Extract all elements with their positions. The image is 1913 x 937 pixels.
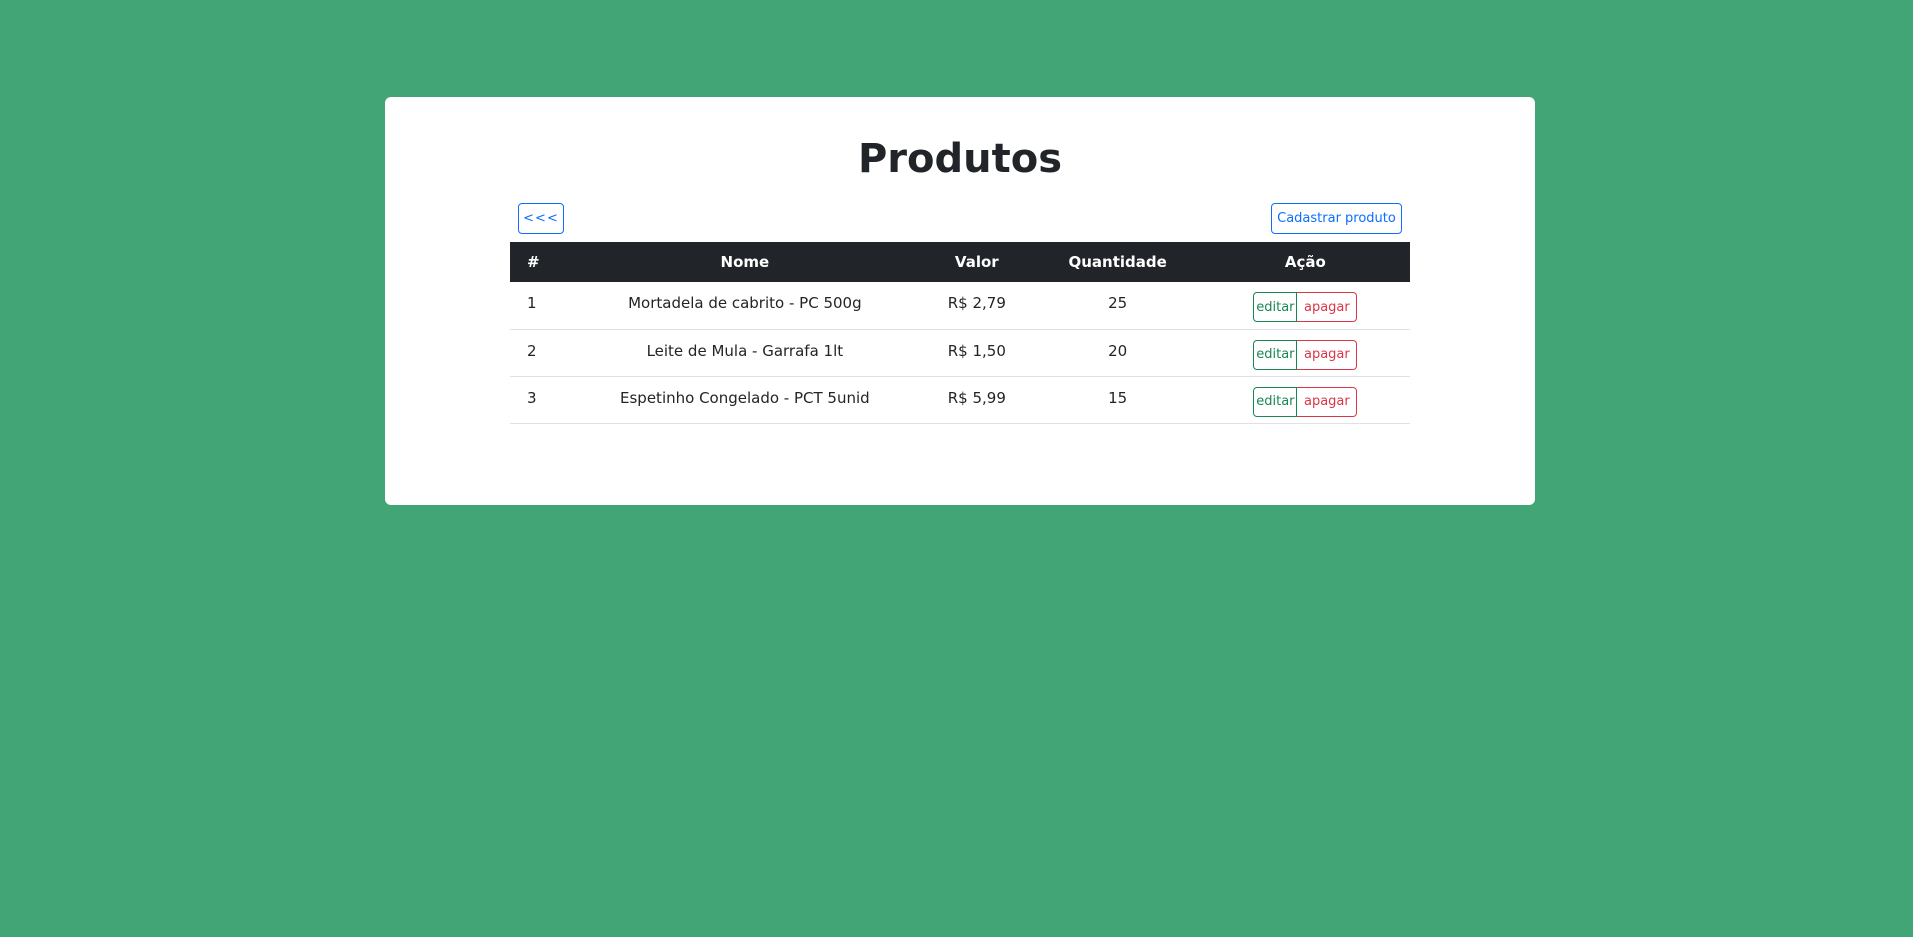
cell-price: R$ 5,99 — [919, 376, 1035, 424]
products-card: Produtos <<< Cadastrar produto # Nome Va… — [385, 97, 1535, 505]
add-product-button[interactable]: Cadastrar produto — [1271, 203, 1402, 234]
action-button-group: editar apagar — [1253, 386, 1358, 417]
cell-quantity: 15 — [1034, 376, 1201, 424]
header-action: Ação — [1284, 253, 1326, 271]
table-body: 1 Mortadela de cabrito - PC 500g R$ 2,79… — [510, 282, 1410, 424]
header-quantity: Quantidade — [1068, 253, 1167, 271]
header-price: Valor — [954, 253, 999, 271]
page-title: Produtos — [857, 136, 1063, 182]
delete-button[interactable]: apagar — [1297, 386, 1358, 417]
cell-id: 3 — [510, 376, 571, 424]
cell-actions: editar apagar — [1200, 376, 1410, 424]
table-header: # Nome Valor Quantidade Ação — [510, 242, 1410, 282]
edit-button[interactable]: editar — [1253, 339, 1298, 370]
table-row: 2 Leite de Mula - Garrafa 1lt R$ 1,50 20… — [510, 329, 1410, 377]
edit-button[interactable]: editar — [1253, 386, 1298, 417]
back-button[interactable]: <<< — [518, 203, 564, 234]
products-table: # Nome Valor Quantidade Ação 1 Mortadela… — [510, 242, 1410, 424]
header-name: Nome — [720, 253, 770, 271]
cell-actions: editar apagar — [1200, 282, 1410, 330]
action-button-group: editar apagar — [1253, 292, 1358, 322]
toolbar: <<< Cadastrar produto — [510, 203, 1410, 235]
cell-price: R$ 2,79 — [919, 282, 1035, 330]
cell-quantity: 25 — [1034, 282, 1201, 330]
cell-name: Espetinho Congelado - PCT 5unid — [570, 376, 920, 424]
delete-button[interactable]: apagar — [1297, 339, 1358, 370]
header-number: # — [527, 253, 540, 271]
cell-id: 2 — [510, 329, 571, 377]
cell-actions: editar apagar — [1200, 329, 1410, 377]
table-row: 3 Espetinho Congelado - PCT 5unid R$ 5,9… — [510, 376, 1410, 424]
table-header-row: # Nome Valor Quantidade Ação — [510, 242, 1410, 282]
cell-id: 1 — [510, 282, 571, 330]
cell-name: Mortadela de cabrito - PC 500g — [570, 282, 920, 330]
cell-name: Leite de Mula - Garrafa 1lt — [570, 329, 920, 377]
delete-button[interactable]: apagar — [1297, 292, 1358, 322]
table-row: 1 Mortadela de cabrito - PC 500g R$ 2,79… — [510, 282, 1410, 330]
action-button-group: editar apagar — [1253, 339, 1358, 370]
cell-price: R$ 1,50 — [919, 329, 1035, 377]
edit-button[interactable]: editar — [1253, 292, 1298, 322]
cell-quantity: 20 — [1034, 329, 1201, 377]
